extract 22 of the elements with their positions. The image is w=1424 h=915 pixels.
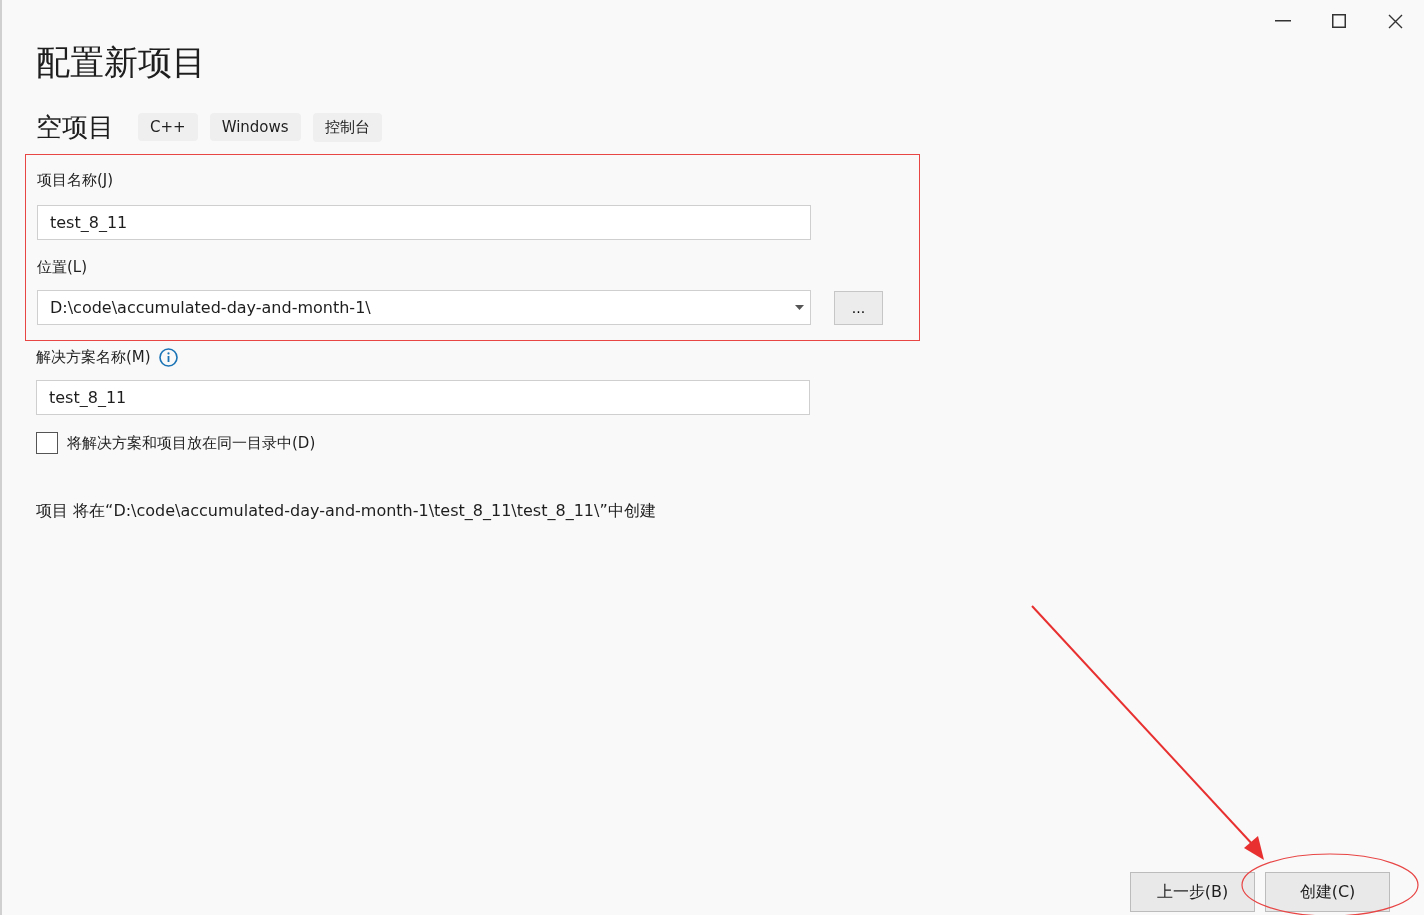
- template-tag: 控制台: [312, 112, 382, 142]
- solution-name-field[interactable]: test_8_11: [36, 380, 810, 415]
- back-button[interactable]: 上一步(B): [1130, 872, 1255, 912]
- minimize-icon: [1275, 20, 1291, 22]
- maximize-icon: [1332, 14, 1346, 28]
- project-name-field[interactable]: test_8_11: [37, 205, 811, 240]
- field-label: 项目名称(J): [37, 170, 114, 191]
- field-label: 解决方案名称(M): [36, 347, 151, 368]
- checkbox-label: 将解决方案和项目放在同一目录中(D): [67, 433, 316, 454]
- create-button[interactable]: 创建(C): [1265, 872, 1390, 912]
- close-icon: [1387, 13, 1403, 29]
- template-name: 空项目: [36, 111, 114, 144]
- info-icon[interactable]: [158, 347, 178, 367]
- caret-icon: [795, 305, 804, 310]
- checkbox[interactable]: [36, 432, 58, 454]
- field-label: 位置(L): [37, 257, 88, 278]
- summary-text: 项目 将在“D:\code\accumulated-day-and-month-1\test_8_11\test_8_11\”中创建: [36, 500, 656, 522]
- template-tag: C++: [138, 113, 198, 141]
- location-dropdown[interactable]: D:\code\accumulated-day-and-month-1\: [37, 290, 811, 325]
- dialog-title: 配置新项目: [36, 41, 206, 84]
- template-tag: Windows: [209, 113, 301, 141]
- browse-button[interactable]: ...: [834, 290, 883, 325]
